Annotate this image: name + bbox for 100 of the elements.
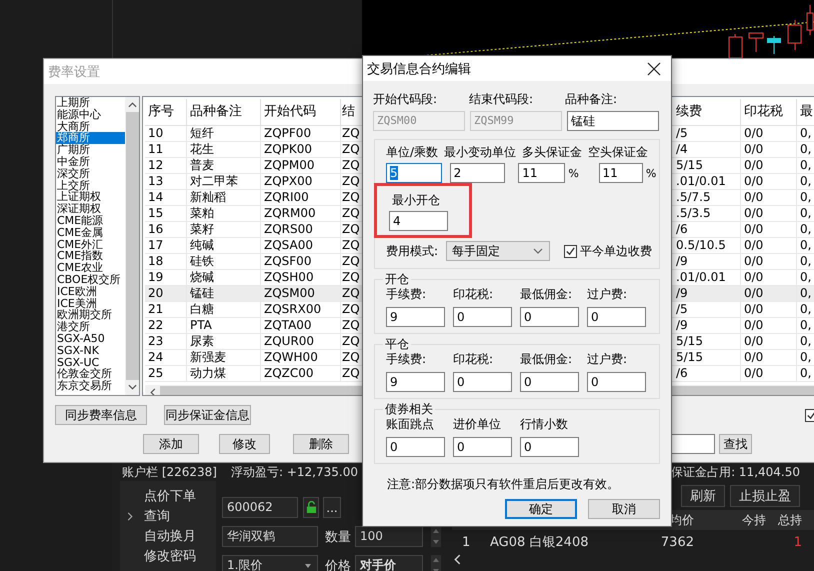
column-header: 品种备注: [187, 99, 261, 125]
column-header: 最: [797, 99, 814, 125]
table-cell: 0/0: [741, 318, 797, 333]
floating-pnl: 浮动盈亏: +12,735.00: [231, 464, 358, 480]
table-cell: 15: [145, 206, 187, 221]
table-cell: 花生: [187, 142, 261, 157]
table-cell: 菜粕: [187, 206, 261, 221]
table-cell: 0,: [797, 238, 814, 253]
column-header: 总持: [777, 512, 803, 528]
table-cell: 纯碱: [187, 238, 261, 253]
table-cell: 0,: [797, 270, 814, 285]
table-cell: 0,: [797, 222, 814, 237]
field-label: 最低佣金:: [520, 286, 574, 303]
table-cell: ZQPK00: [261, 142, 341, 157]
table-cell: 20: [145, 286, 187, 301]
field-label: 手续费:: [386, 351, 428, 368]
account-label: 账户栏 [226238]: [122, 464, 217, 480]
table-cell: 24: [145, 350, 187, 365]
table-cell: 10: [145, 126, 187, 141]
table-cell: 0/0: [741, 142, 797, 157]
table-cell: 0/0: [741, 254, 797, 269]
field-label: 行情小数: [520, 416, 569, 433]
field-label: 手续费:: [386, 286, 428, 303]
table-cell: 0,: [797, 254, 814, 269]
table-cell: ZQSRX00: [261, 302, 341, 317]
column-header: 开始代码: [261, 99, 341, 125]
table-cell-text: 1: [461, 534, 472, 550]
table-cell: 25: [145, 366, 187, 381]
field-label: 空头保证金: [588, 144, 648, 160]
table-cell: 0,: [797, 366, 814, 381]
table-cell: ZQZC00: [261, 366, 341, 381]
table-cell: ZQRM00: [261, 206, 341, 221]
table-cell: /5: [673, 126, 741, 141]
field-label: 最小变动单位: [444, 144, 516, 160]
table-cell: ZQTA00: [261, 318, 341, 333]
column-header: 印花税: [741, 99, 797, 125]
table-cell: 16: [145, 222, 187, 237]
table-cell: ZQUR00: [261, 334, 341, 349]
field-label: 账面跳点: [386, 416, 435, 433]
field-label: 品种备注:: [565, 90, 618, 108]
table-cell: /5: [673, 302, 741, 317]
table-cell: 14: [145, 190, 187, 205]
unit-label: %: [567, 166, 580, 180]
table-cell: 0/0: [741, 126, 797, 141]
table-cell: .01/0.01: [673, 270, 741, 285]
field-label: 价格: [325, 558, 351, 571]
table-cell: 5/15: [673, 158, 741, 173]
field-label: 最小开仓: [392, 193, 440, 207]
field-label: 最低佣金:: [520, 351, 574, 368]
table-cell: PTA: [187, 318, 261, 333]
table-cell: 硅铁: [187, 254, 261, 269]
table-cell: 23: [145, 334, 187, 349]
table-cell: 0,: [797, 206, 814, 221]
table-cell: 0.5/10.5: [673, 238, 741, 253]
table-cell: 18: [145, 254, 187, 269]
table-cell: 0,: [797, 190, 814, 205]
table-cell: 新强麦: [187, 350, 261, 365]
field-label: 单位/乘数: [386, 144, 438, 160]
table-cell: 0,: [797, 142, 814, 157]
table-cell: 0,: [797, 286, 814, 301]
table-cell-text: 1: [792, 534, 803, 550]
table-cell: /6: [673, 222, 741, 237]
table-cell: 普麦: [187, 158, 261, 173]
table-cell: 0,: [797, 350, 814, 365]
field-label: 过户费:: [587, 351, 628, 368]
margin-used: 保证金占用: 11,404.50: [671, 464, 800, 480]
table-cell: 0,: [797, 174, 814, 189]
column-header: 今持: [741, 512, 767, 528]
field-label: 印花税:: [453, 351, 494, 368]
table-cell: 5/15: [673, 350, 741, 365]
table-cell: /9: [673, 286, 741, 301]
table-cell: 0,: [797, 158, 814, 173]
table-cell: 尿素: [187, 334, 261, 349]
table-cell: 0/0: [741, 350, 797, 365]
table-cell: 11: [145, 142, 187, 157]
table-cell: ZQSA00: [261, 238, 341, 253]
note-text: 注意:部分数据项只有软件重启后更改有效。: [386, 476, 620, 493]
table-cell: 菜籽: [187, 222, 261, 237]
table-cell: ZQWH00: [261, 350, 341, 365]
table-cell: .5/3.5: [673, 206, 741, 221]
unit-label: %: [644, 166, 658, 180]
table-cell: 19: [145, 270, 187, 285]
table-cell: ZQRS00: [261, 222, 341, 237]
table-cell: .01/0.01: [673, 174, 741, 189]
table-cell: 锰硅: [187, 286, 261, 301]
table-cell: 对二甲苯: [187, 174, 261, 189]
table-cell-text: AG08 白银2408: [490, 534, 590, 551]
table-cell: ZQPF00: [261, 126, 341, 141]
table-cell: 烧碱: [187, 270, 261, 285]
table-cell: 22: [145, 318, 187, 333]
table-cell: 21: [145, 302, 187, 317]
table-cell: ZQSH00: [261, 270, 341, 285]
table-cell: 0/0: [741, 302, 797, 317]
table-cell: 0/0: [741, 158, 797, 173]
table-cell: 0/0: [741, 286, 797, 301]
table-cell: 0/0: [741, 366, 797, 381]
table-cell: .5/7.5: [673, 190, 741, 205]
table-cell: /9: [673, 254, 741, 269]
table-cell: 17: [145, 238, 187, 253]
field-label: 印花税:: [453, 286, 494, 303]
